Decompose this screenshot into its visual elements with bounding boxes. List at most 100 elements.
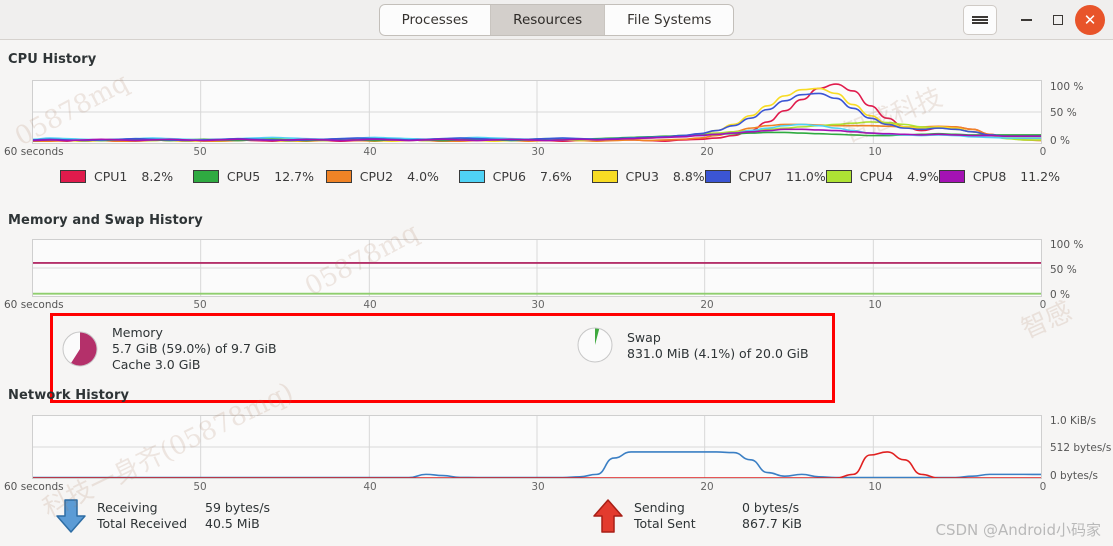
legend-item-cpu2: CPU2 4.0% — [325, 166, 459, 186]
legend-item-cpu7: CPU7 11.0% — [704, 166, 826, 186]
network-y-tick-0: 0 bytes/s — [1050, 470, 1098, 482]
receiving-label: Receiving — [97, 500, 158, 515]
sending-summary: Sending 0 bytes/s Total Sent 867.7 KiB — [592, 498, 802, 540]
memory-y-tick-0: 0 % — [1050, 289, 1070, 301]
network-x-tick-40: 40 — [363, 481, 377, 493]
cpu5-value: 12.7% — [274, 168, 314, 184]
cpu6-color-swatch — [458, 169, 485, 183]
cpu7-label: CPU7 — [738, 168, 773, 184]
cpu-graph-svg — [33, 81, 1041, 143]
cpu2-value: 4.0% — [407, 168, 439, 184]
swap-pie-icon — [575, 325, 615, 365]
receiving-rate-row: Receiving 59 bytes/s — [97, 500, 270, 515]
sending-value: 0 bytes/s — [742, 500, 800, 515]
legend-item-cpu5: CPU5 12.7% — [192, 166, 326, 186]
total-sent-label: Total Sent — [634, 516, 696, 531]
tab-bar: Processes Resources File Systems — [378, 3, 735, 36]
memory-x-tick-40: 40 — [363, 299, 377, 311]
memory-y-tick-100: 100 % — [1050, 239, 1084, 251]
cpu1-label: CPU1 — [94, 168, 128, 184]
cpu3-color-swatch — [591, 169, 618, 183]
tab-processes[interactable]: Processes — [379, 4, 492, 35]
cpu8-color-swatch — [938, 169, 965, 183]
cpu-x-tick-10: 10 — [868, 146, 882, 158]
cpu4-value: 4.9% — [907, 168, 939, 184]
receiving-value: 59 bytes/s — [205, 500, 271, 515]
swap-name: Swap — [627, 329, 661, 345]
cpu-x-tick-50: 50 — [193, 146, 207, 158]
network-graph-svg — [33, 416, 1041, 478]
window-controls: ✕ — [963, 0, 1105, 40]
swap-summary: Swap 831.0 MiB (4.1%) of 20.0 GiB — [575, 325, 809, 365]
cpu2-color-swatch — [325, 169, 352, 183]
cpu-x-tick-30: 30 — [531, 146, 545, 158]
cpu7-value: 11.0% — [786, 168, 826, 184]
legend-item-cpu8: CPU8 11.2% — [938, 166, 1060, 186]
network-x-tick-30: 30 — [531, 481, 545, 493]
cpu-x-axis-label: 60 seconds — [4, 146, 64, 158]
receiving-summary: Receiving 59 bytes/s Total Received 40.5… — [55, 498, 270, 540]
cpu5-label: CPU5 — [226, 168, 261, 184]
hamburger-icon[interactable] — [963, 5, 997, 35]
network-x-tick-10: 10 — [868, 481, 882, 493]
memory-x-tick-0: 0 — [1039, 299, 1047, 311]
memory-name: Memory — [112, 325, 163, 340]
legend-item-cpu6: CPU6 7.6% — [458, 166, 592, 186]
cpu-y-tick-100: 100 % — [1050, 81, 1084, 93]
network-x-tick-50: 50 — [193, 481, 207, 493]
cpu8-label: CPU8 — [972, 168, 1007, 184]
total-sent-row: Total Sent 867.7 KiB — [634, 516, 802, 531]
network-history-title: Network History — [8, 388, 130, 403]
memory-history-title: Memory and Swap History — [8, 213, 203, 228]
cpu8-value: 11.2% — [1020, 168, 1060, 184]
cpu2-label: CPU2 — [359, 168, 394, 184]
memory-x-tick-30: 30 — [531, 299, 545, 311]
cpu-x-tick-0: 0 — [1039, 146, 1047, 158]
cpu6-label: CPU6 — [492, 168, 527, 184]
titlebar: Processes Resources File Systems ✕ — [0, 0, 1113, 40]
close-icon[interactable]: ✕ — [1075, 5, 1105, 35]
cpu3-label: CPU3 — [625, 168, 659, 184]
total-received-row: Total Received 40.5 MiB — [97, 516, 270, 531]
tab-file-systems[interactable]: File Systems — [605, 4, 734, 35]
legend-item-cpu1: CPU1 8.2% — [60, 166, 193, 186]
memory-cache: Cache 3.0 GiB — [112, 357, 201, 372]
sending-rate-row: Sending 0 bytes/s — [634, 500, 802, 515]
network-y-tick-512: 512 bytes/s — [1050, 442, 1112, 454]
tab-resources[interactable]: Resources — [491, 4, 606, 35]
total-received-value: 40.5 MiB — [205, 516, 260, 531]
cpu1-color-swatch — [60, 169, 86, 183]
memory-graph-svg — [33, 240, 1041, 296]
cpu-history-graph — [32, 80, 1042, 144]
cpu1-value: 8.2% — [141, 168, 174, 184]
cpu3-value: 8.8% — [672, 168, 705, 184]
cpu-x-tick-40: 40 — [363, 146, 377, 158]
cpu-y-tick-0: 0 % — [1050, 135, 1070, 147]
memory-x-tick-50: 50 — [193, 299, 207, 311]
swap-usage: 831.0 MiB (4.1%) of 20.0 GiB — [627, 345, 809, 361]
memory-y-tick-50: 50 % — [1050, 264, 1077, 276]
memory-x-axis-label: 60 seconds — [4, 299, 64, 311]
legend-item-cpu4: CPU4 4.9% — [825, 166, 939, 186]
total-sent-value: 867.7 KiB — [742, 516, 803, 531]
upload-arrow-icon — [592, 498, 624, 540]
download-arrow-icon — [55, 498, 87, 540]
sending-label: Sending — [634, 500, 685, 515]
cpu5-color-swatch — [192, 169, 219, 183]
maximize-icon[interactable] — [1043, 5, 1073, 35]
cpu4-label: CPU4 — [859, 168, 894, 184]
memory-summary: Memory 5.7 GiB (59.0%) of 9.7 GiB Cache … — [60, 325, 277, 372]
memory-history-graph — [32, 239, 1042, 297]
legend-item-cpu3: CPU3 8.8% — [591, 166, 705, 186]
csdn-watermark: CSDN @Android小码家 — [935, 521, 1101, 539]
cpu7-color-swatch — [704, 169, 731, 183]
minimize-icon[interactable] — [1011, 5, 1041, 35]
memory-pie-icon — [60, 329, 100, 369]
total-received-label: Total Received — [97, 516, 188, 531]
cpu-y-tick-50: 50 % — [1050, 107, 1077, 119]
cpu-x-tick-20: 20 — [700, 146, 714, 158]
network-x-tick-20: 20 — [700, 481, 714, 493]
cpu-history-title: CPU History — [8, 52, 97, 67]
memory-x-tick-10: 10 — [868, 299, 882, 311]
memory-usage: 5.7 GiB (59.0%) of 9.7 GiB — [112, 341, 277, 356]
